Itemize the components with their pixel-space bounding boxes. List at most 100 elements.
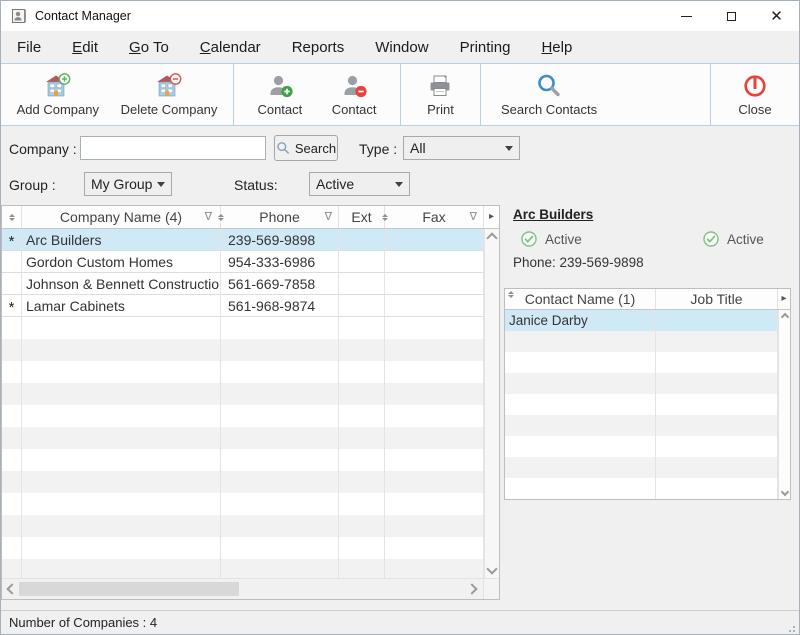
empty-row [505,415,778,436]
menu-edit[interactable]: Edit [72,39,98,56]
company-label: Company : [9,141,77,157]
company-row[interactable]: Johnson & Bennett Constructio 561-669-78… [2,273,484,295]
empty-row [2,405,484,427]
vertical-scrollbar[interactable] [778,310,790,499]
company-search-input[interactable] [80,136,266,160]
company-row[interactable]: * Arc Builders 239-569-9898 [2,229,484,251]
maximize-button[interactable] [709,1,754,31]
empty-row [505,457,778,478]
menu-go-to[interactable]: Go To [129,39,169,56]
contact-table-header: Contact Name (1) Job Title ▸ [505,289,790,310]
minimize-button[interactable] [664,1,709,31]
empty-row [2,339,484,361]
delete-contact-button[interactable]: Contact [326,69,383,120]
search-button-label: Search [295,141,336,156]
company-row[interactable]: * Lamar Cabinets 561-968-9874 [2,295,484,317]
chevron-right-icon: ▸ [781,294,786,304]
column-header-company-name[interactable]: Company Name (4) ∇ [22,206,221,228]
menu-window[interactable]: Window [375,39,428,56]
print-button[interactable]: Print [421,69,460,120]
window-title: Contact Manager [35,9,131,23]
add-company-button[interactable]: Add Company [11,69,105,120]
status-badge-label: Active [727,232,764,247]
title-bar: Contact Manager ✕ [1,1,799,31]
type-dropdown[interactable]: All [403,136,520,160]
chevron-down-icon[interactable] [486,563,497,574]
chevron-down-icon [395,182,403,191]
column-header-phone[interactable]: Phone ∇ [221,206,339,228]
app-icon [11,8,27,24]
chevron-left-icon[interactable] [6,583,17,594]
contact-manager-window: Contact Manager ✕ File Edit Go To Calend… [0,0,800,635]
empty-row [505,436,778,457]
chevron-up-icon[interactable] [780,313,788,321]
company-table-header: Company Name (4) ∇ Phone ∇ Ext Fax ∇ ▸ [2,206,499,229]
filter-icon[interactable]: ∇ [325,212,332,223]
status-badge: Active [703,231,764,247]
menu-file[interactable]: File [17,39,41,56]
column-header-fax[interactable]: Fax ∇ [385,206,484,228]
check-circle-icon [521,231,537,247]
menu-reports[interactable]: Reports [292,39,345,56]
empty-row [2,383,484,405]
empty-row [2,317,484,339]
column-header-job-title[interactable]: Job Title [656,289,778,309]
chevron-down-icon [505,146,513,155]
delete-company-button[interactable]: Delete Company [115,69,224,120]
group-label: Group : [9,177,56,193]
type-label: Type : [359,141,397,157]
company-detail-panel: Arc Builders Active Active Phone: 239-56… [513,207,795,285]
person-remove-icon [341,72,367,100]
empty-row [2,471,484,493]
chevron-right-icon: ▸ [489,212,494,222]
empty-row [505,352,778,373]
group-dropdown[interactable]: My Group [84,172,172,196]
building-remove-icon [155,72,182,100]
vertical-scrollbar[interactable] [484,229,499,578]
chevron-up-icon[interactable] [486,232,497,243]
power-close-icon [742,72,768,100]
search-contacts-button[interactable]: Search Contacts [495,69,603,120]
column-header-ext[interactable]: Ext [339,206,385,228]
contact-table: Contact Name (1) Job Title ▸ Janice Darb… [504,288,791,500]
chevron-down-icon[interactable] [780,488,788,496]
contact-rows: Janice Darby [505,310,778,499]
delete-contact-label: Contact [332,102,377,117]
sort-icon [9,214,15,221]
status-label: Status: [234,177,278,193]
horizontal-scrollbar[interactable] [2,578,499,599]
column-header-contact-name[interactable]: Contact Name (1) [505,289,656,309]
filter-icon[interactable]: ∇ [205,212,212,223]
contact-row[interactable]: Janice Darby [505,310,778,331]
header-corner[interactable]: ▸ [484,206,499,228]
empty-row [505,331,778,352]
header-corner[interactable]: ▸ [778,289,790,309]
menu-calendar[interactable]: Calendar [200,39,261,56]
resize-grip-icon[interactable] [785,626,787,628]
close-window-button[interactable]: ✕ [754,1,799,31]
empty-row [2,515,484,537]
scrollbar-thumb[interactable] [19,582,239,596]
company-row[interactable]: Gordon Custom Homes 954-333-6986 [2,251,484,273]
close-button[interactable]: Close [732,69,777,120]
status-dropdown[interactable]: Active [309,172,410,196]
detail-phone: Phone: 239-569-9898 [513,255,644,270]
close-icon: ✕ [770,9,783,24]
status-value: Active [316,176,354,192]
filter-icon[interactable]: ∇ [470,212,477,223]
person-add-icon [267,72,293,100]
company-rows: * Arc Builders 239-569-9898 Gordon Custo… [2,229,484,578]
building-add-icon [44,72,71,100]
printer-icon [427,72,453,100]
menu-help[interactable]: Help [541,39,572,56]
empty-row [2,449,484,471]
status-bar-text: Number of Companies : 4 [9,615,157,630]
add-contact-button[interactable]: Contact [251,69,308,120]
add-contact-label: Contact [257,102,302,117]
scrollbar-corner [483,579,499,599]
print-label: Print [427,102,454,117]
search-button[interactable]: Search [274,135,338,161]
marker-column-header[interactable] [2,206,22,228]
chevron-right-icon[interactable] [466,583,477,594]
menu-printing[interactable]: Printing [460,39,511,56]
